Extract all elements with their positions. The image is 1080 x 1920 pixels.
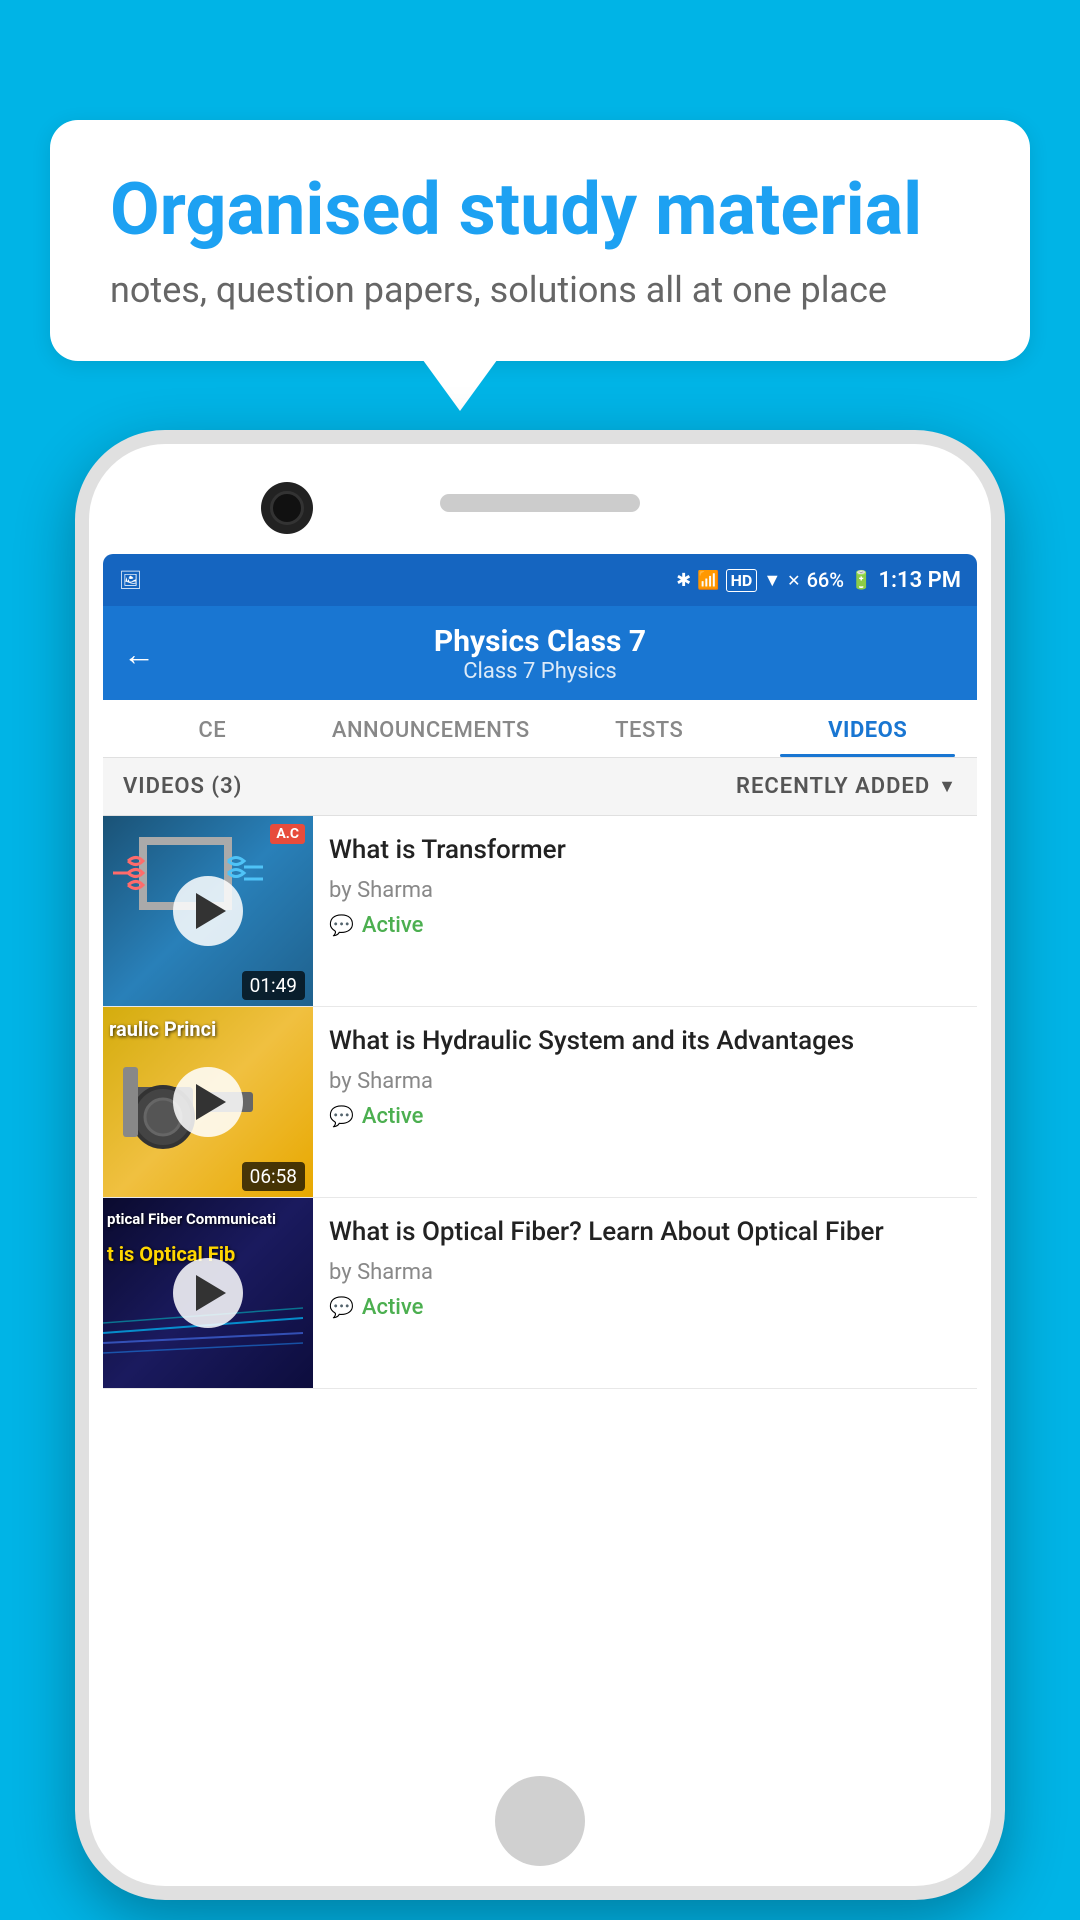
video-duration-1: 01:49 <box>242 971 305 1000</box>
speech-bubble: Organised study material notes, question… <box>50 120 1030 361</box>
video-author-1: by Sharma <box>329 878 961 903</box>
status-right: ✱ 📶 HD ▼ ✕ 66% 🔋 1:13 PM <box>676 568 961 593</box>
video-info-2: What is Hydraulic System and its Advanta… <box>313 1007 977 1197</box>
clock: 1:13 PM <box>878 568 961 593</box>
app-bar-title-group: Physics Class 7 Class 7 Physics <box>175 624 905 684</box>
video-title-3: What is Optical Fiber? Learn About Optic… <box>329 1216 961 1250</box>
status-text-3: Active <box>362 1295 424 1320</box>
play-icon-1 <box>196 893 226 929</box>
signal-icon: 📶 <box>697 570 719 591</box>
video-author-3: by Sharma <box>329 1260 961 1285</box>
tab-tests[interactable]: TESTS <box>540 700 759 757</box>
chat-icon-3: 💬 <box>329 1295 354 1319</box>
video-title-1: What is Transformer <box>329 834 961 868</box>
video-info-3: What is Optical Fiber? Learn About Optic… <box>313 1198 977 1388</box>
wifi-icon: ▼ <box>763 570 781 591</box>
play-button-1[interactable] <box>173 876 243 946</box>
photo-icon: 🖼 <box>119 570 142 591</box>
video-duration-2: 06:58 <box>242 1162 305 1191</box>
video-info-1: What is Transformer by Sharma 💬 Active <box>313 816 977 1006</box>
list-item[interactable]: ptical Fiber Communicati t is Optical Fi… <box>103 1198 977 1389</box>
tab-ce[interactable]: CE <box>103 700 322 757</box>
app-subtitle: Class 7 Physics <box>175 659 905 684</box>
bluetooth-icon: ✱ <box>676 570 691 591</box>
app-title: Physics Class 7 <box>175 624 905 659</box>
video-status-3: 💬 Active <box>329 1295 961 1320</box>
tab-announcements[interactable]: ANNOUNCEMENTS <box>322 700 541 757</box>
video-title-2: What is Hydraulic System and its Advanta… <box>329 1025 961 1059</box>
network-icon: ✕ <box>787 571 800 590</box>
list-item[interactable]: raulic Princi <box>103 1007 977 1198</box>
tab-videos[interactable]: VIDEOS <box>759 700 978 757</box>
play-icon-3 <box>196 1275 226 1311</box>
video-thumbnail-2: raulic Princi <box>103 1007 313 1197</box>
video-thumbnail-3: ptical Fiber Communicati t is Optical Fi… <box>103 1198 313 1388</box>
phone-screen: 🖼 ✱ 📶 HD ▼ ✕ 66% 🔋 1:13 PM ← <box>103 554 977 1756</box>
status-text-1: Active <box>362 913 424 938</box>
sort-label: RECENTLY ADDED <box>736 774 930 799</box>
bubble-subtitle: notes, question papers, solutions all at… <box>110 269 970 311</box>
list-item[interactable]: A.C <box>103 816 977 1007</box>
speaker-icon <box>440 494 640 512</box>
chevron-down-icon: ▼ <box>938 776 957 797</box>
battery-icon: 🔋 <box>850 570 872 591</box>
back-button[interactable]: ← <box>123 635 155 673</box>
video-thumbnail-1: A.C <box>103 816 313 1006</box>
phone-container: 🖼 ✱ 📶 HD ▼ ✕ 66% 🔋 1:13 PM ← <box>75 430 1005 1900</box>
status-left: 🖼 <box>119 570 142 591</box>
camera-icon <box>261 482 313 534</box>
video-status-2: 💬 Active <box>329 1104 961 1129</box>
bubble-title: Organised study material <box>110 170 970 249</box>
videos-count: VIDEOS (3) <box>123 774 242 799</box>
phone-outer: 🖼 ✱ 📶 HD ▼ ✕ 66% 🔋 1:13 PM ← <box>75 430 1005 1900</box>
battery-percent: 66% <box>807 568 844 592</box>
video-list: A.C <box>103 816 977 1389</box>
status-text-2: Active <box>362 1104 424 1129</box>
play-icon-2 <box>196 1084 226 1120</box>
sort-button[interactable]: RECENTLY ADDED ▼ <box>736 774 957 799</box>
app-bar: ← Physics Class 7 Class 7 Physics <box>103 606 977 700</box>
phone-inner: 🖼 ✱ 📶 HD ▼ ✕ 66% 🔋 1:13 PM ← <box>89 444 991 1886</box>
chat-icon-1: 💬 <box>329 913 354 937</box>
video-author-2: by Sharma <box>329 1069 961 1094</box>
chat-icon-2: 💬 <box>329 1104 354 1128</box>
play-button-2[interactable] <box>173 1067 243 1137</box>
tabs-bar: CE ANNOUNCEMENTS TESTS VIDEOS <box>103 700 977 758</box>
play-button-3[interactable] <box>173 1258 243 1328</box>
video-status-1: 💬 Active <box>329 913 961 938</box>
hd-badge: HD <box>726 569 758 592</box>
videos-header: VIDEOS (3) RECENTLY ADDED ▼ <box>103 758 977 816</box>
status-bar: 🖼 ✱ 📶 HD ▼ ✕ 66% 🔋 1:13 PM <box>103 554 977 606</box>
fiber-thumb-label-1: ptical Fiber Communicati <box>107 1210 309 1228</box>
home-button[interactable] <box>495 1776 585 1866</box>
